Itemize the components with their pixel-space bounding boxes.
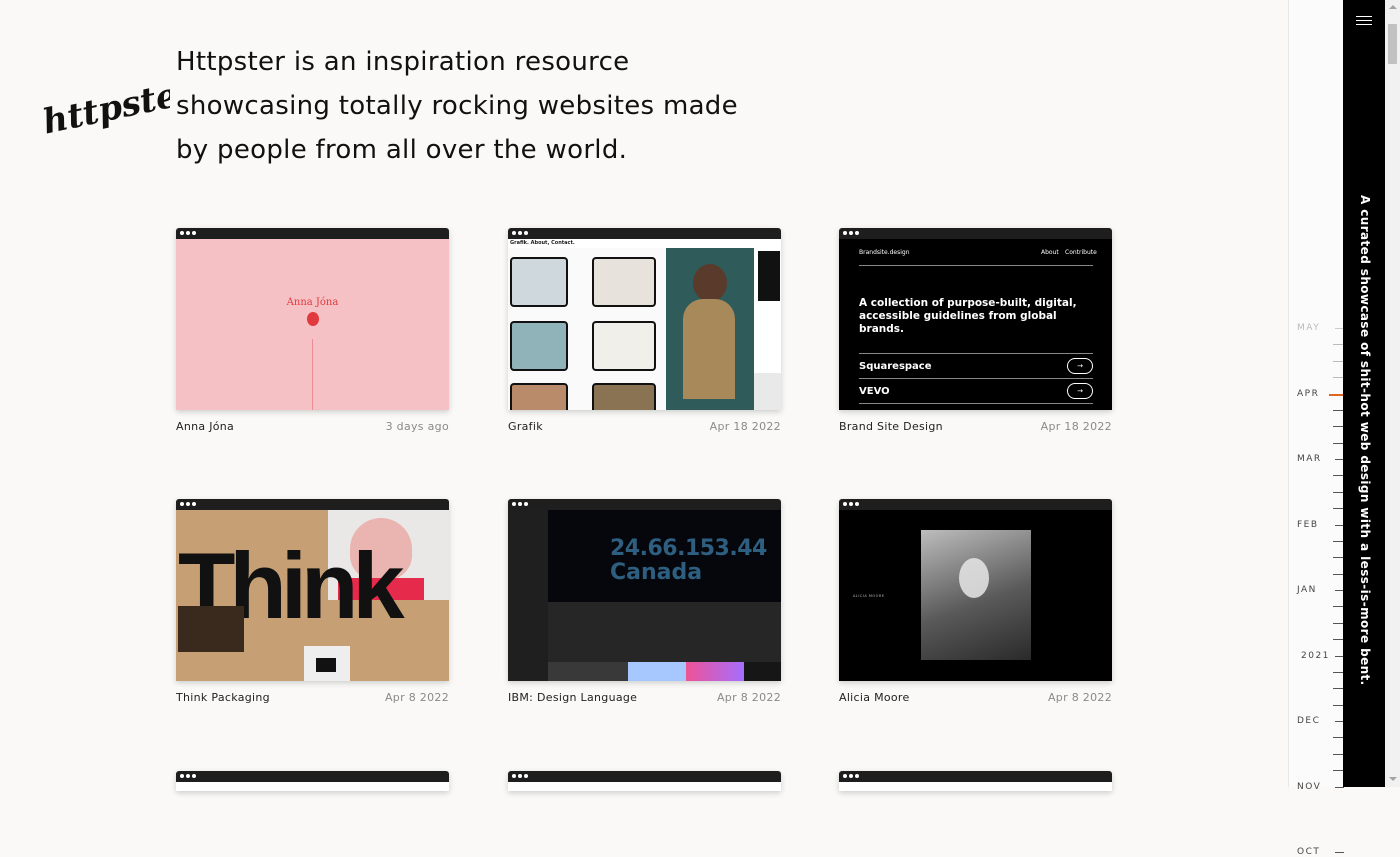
site-date: Apr 8 2022 xyxy=(716,691,781,704)
thumb-nav-contribute: Contribute xyxy=(1065,249,1097,256)
timeline-label-mar[interactable]: MAR xyxy=(1297,454,1322,464)
date-timeline[interactable]: MAY APR MAR FEB JAN 2021 DEC NOV OCT xyxy=(1288,0,1344,857)
site-card[interactable]: Anna Jóna Anna Jóna 3 days ago xyxy=(176,228,449,433)
timeline-label-feb[interactable]: FEB xyxy=(1297,520,1319,530)
httpster-logo[interactable]: httpster xyxy=(40,70,170,150)
browser-bar xyxy=(839,228,1112,239)
thumb-title: Anna Jóna xyxy=(286,297,339,308)
site-thumbnail[interactable] xyxy=(839,771,1112,791)
thumb-emblem xyxy=(307,312,319,326)
site-thumbnail[interactable] xyxy=(176,771,449,791)
site-card[interactable]: ALICIA MOORE Alicia Moore Apr 8 2022 xyxy=(839,499,1112,704)
thumb-country: Canada xyxy=(610,560,703,585)
browser-bar xyxy=(839,771,1112,782)
site-thumbnail[interactable]: Grafik. About, Contact. xyxy=(508,228,781,410)
site-card[interactable] xyxy=(839,771,1112,791)
site-card[interactable] xyxy=(176,771,449,791)
timeline-label-may[interactable]: MAY xyxy=(1297,323,1320,333)
site-thumbnail[interactable]: Brandsite.design About Contribute A coll… xyxy=(839,228,1112,410)
timeline-label-dec[interactable]: DEC xyxy=(1297,716,1320,726)
site-card[interactable]: 24.66.153.44 Canada IBM: Design Language… xyxy=(508,499,781,704)
site-thumbnail[interactable]: 24.66.153.44 Canada xyxy=(508,499,781,681)
hamburger-icon[interactable] xyxy=(1356,16,1372,28)
site-title[interactable]: IBM: Design Language xyxy=(508,691,637,704)
timeline-label-2021[interactable]: 2021 xyxy=(1301,651,1330,661)
site-thumbnail[interactable]: ALICIA MOORE xyxy=(839,499,1112,681)
site-title[interactable]: Alicia Moore xyxy=(839,691,910,704)
site-date: Apr 8 2022 xyxy=(1047,691,1112,704)
thumb-label: ALICIA MOORE xyxy=(853,594,885,598)
scroll-up-arrow-icon[interactable] xyxy=(1389,5,1397,9)
thumb-line xyxy=(312,339,313,410)
thumb-row: VEVO xyxy=(859,386,890,397)
site-date: Apr 18 2022 xyxy=(709,420,781,433)
thumbnail-image: ALICIA MOORE xyxy=(839,510,1112,681)
site-title[interactable]: Anna Jóna xyxy=(176,420,234,433)
site-thumbnail[interactable] xyxy=(508,771,781,791)
site-card[interactable]: Think Think Packaging Apr 8 2022 xyxy=(176,499,449,704)
site-thumbnail[interactable]: Think xyxy=(176,499,449,681)
thumb-ip: 24.66.153.44 xyxy=(610,536,767,561)
thumbnail-image: Brandsite.design About Contribute A coll… xyxy=(839,239,1112,410)
intro-text: Httpster is an inspiration resource show… xyxy=(176,47,738,165)
timeline-tick xyxy=(1335,852,1344,853)
thumbnail-image: Think xyxy=(176,510,449,681)
scrollbar[interactable] xyxy=(1385,0,1400,787)
thumb-row: Squarespace xyxy=(859,361,932,372)
timeline-label-oct[interactable]: OCT xyxy=(1297,847,1320,857)
svg-text:httpster: httpster xyxy=(40,71,170,143)
browser-bar xyxy=(176,228,449,239)
browser-bar xyxy=(508,228,781,239)
thumb-nav: Grafik. About, Contact. xyxy=(510,240,575,246)
scrollbar-thumb[interactable] xyxy=(1388,24,1397,64)
thumb-brand: Brandsite.design xyxy=(859,249,910,256)
browser-bar xyxy=(508,499,781,510)
scroll-down-arrow-icon[interactable] xyxy=(1389,777,1397,781)
site-thumbnail[interactable]: Anna Jóna xyxy=(176,228,449,410)
thumb-nav-about: About xyxy=(1041,249,1059,256)
browser-bar xyxy=(176,771,449,782)
timeline-label-apr[interactable]: APR xyxy=(1297,389,1319,399)
site-card[interactable]: Grafik. About, Contact. Grafik Apr 18 202… xyxy=(508,228,781,433)
site-card[interactable]: Brandsite.design About Contribute A coll… xyxy=(839,228,1112,433)
thumbnail-image: Grafik. About, Contact. xyxy=(508,239,781,410)
browser-bar xyxy=(508,771,781,782)
timeline-label-jan[interactable]: JAN xyxy=(1297,585,1317,595)
site-date: 3 days ago xyxy=(385,420,449,433)
browser-bar xyxy=(176,499,449,510)
site-date: Apr 8 2022 xyxy=(384,691,449,704)
timeline-tick xyxy=(1329,393,1344,396)
site-card[interactable] xyxy=(508,771,781,791)
site-title[interactable]: Think Packaging xyxy=(176,691,270,704)
tagline: A curated showcase of shit-hot web desig… xyxy=(1358,195,1372,686)
thumbnail-image: 24.66.153.44 Canada xyxy=(508,510,781,681)
site-date: Apr 18 2022 xyxy=(1040,420,1112,433)
thumbnail-image: Anna Jóna xyxy=(176,239,449,410)
site-title[interactable]: Brand Site Design xyxy=(839,420,943,433)
site-title[interactable]: Grafik xyxy=(508,420,543,433)
thumb-heading: A collection of purpose-built, digital, … xyxy=(859,297,1077,335)
browser-bar xyxy=(839,499,1112,510)
